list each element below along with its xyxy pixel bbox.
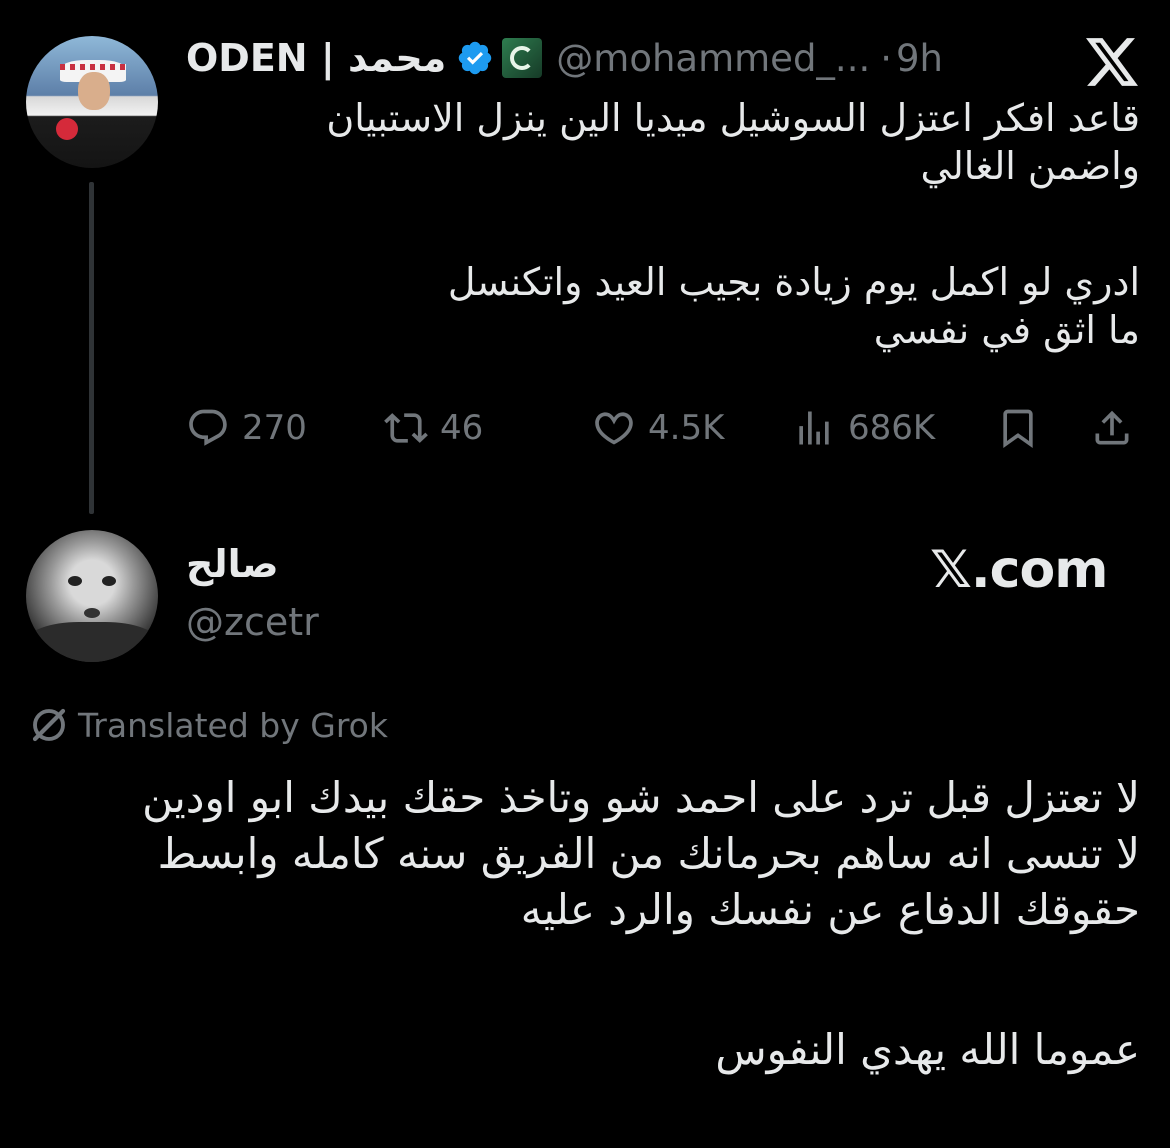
avatar-headwear-pattern [60,64,126,70]
parent-timestamp[interactable]: 9h [896,37,943,80]
avatar-eye [68,576,82,586]
parent-text-line: قاعد افكر اعتزل السوشيل ميديا الين ينزل … [326,96,1140,140]
translation-notice[interactable]: Translated by Grok [28,700,388,750]
heart-icon [595,412,633,445]
like-count: 4.5K [648,408,725,448]
verified-badge-icon [459,41,492,75]
repost-count: 46 [440,408,484,448]
share-button[interactable] [1090,400,1134,456]
avatar-mouth [84,608,100,618]
translated-by-label: Translated by Grok [78,705,388,745]
parent-text-line: ادري لو اكمل يوم زيادة بجيب العيد واتكنس… [447,260,1140,304]
reply-text-line: حقوقك الدفاع عن نفسك والرد عليه [520,885,1140,934]
reply-text-line: لا تعتزل قبل ترد على احمد شو وتاخذ حقك ب… [142,773,1140,822]
reply-tweet-text: لا تعتزل قبل ترد على احمد شو وتاخذ حقك ب… [20,770,1140,1078]
separator-dot: · [880,36,892,80]
reply-display-name[interactable]: صالح [186,542,279,586]
avatar-coat [26,622,158,662]
bookmark-button[interactable] [996,400,1040,456]
parent-text-line: واضمن الغالي [920,144,1140,188]
reply-button[interactable]: 270 [186,400,307,456]
view-count: 686K [848,408,936,448]
views-button[interactable]: 686K [792,400,935,456]
x-logo-icon [1086,38,1138,86]
share-icon [1095,410,1129,445]
site-watermark: 𝕏.com [930,540,1108,600]
reply-handle[interactable]: @zcetr [186,600,319,644]
bookmark-icon [1003,409,1033,449]
thread-connector-line [89,182,94,514]
grok-icon [32,708,66,742]
parent-author-avatar[interactable] [26,36,158,168]
views-chart-icon [799,411,829,445]
reply-author-avatar[interactable] [26,530,158,662]
avatar-face [78,72,110,110]
parent-display-name[interactable]: ODEN | محمد [186,36,446,80]
reply-count: 270 [242,408,307,448]
reply-text-line: عموما الله يهدي النفوس [715,1025,1140,1074]
avatar-microphone [56,118,78,140]
reply-icon [189,409,227,446]
tweet-action-bar: 270 46 4.5K 686K [186,400,1138,456]
repost-icon [384,413,428,443]
parent-text-line: ما اثق في نفسي [873,308,1140,352]
parent-tweet-header: ODEN | محمد @mohammed_... · 9h [186,30,943,86]
reply-text-line: لا تنسى انه ساهم بحرمانك من الفريق سنه ك… [157,829,1140,878]
repost-button[interactable]: 46 [384,400,483,456]
like-button[interactable]: 4.5K [592,400,724,456]
parent-handle[interactable]: @mohammed_... [556,37,870,80]
parent-tweet-text: قاعد افكر اعتزل السوشيل ميديا الين ينزل … [180,94,1140,354]
avatar-eye [102,576,116,586]
affiliate-badge-icon[interactable] [502,38,543,78]
